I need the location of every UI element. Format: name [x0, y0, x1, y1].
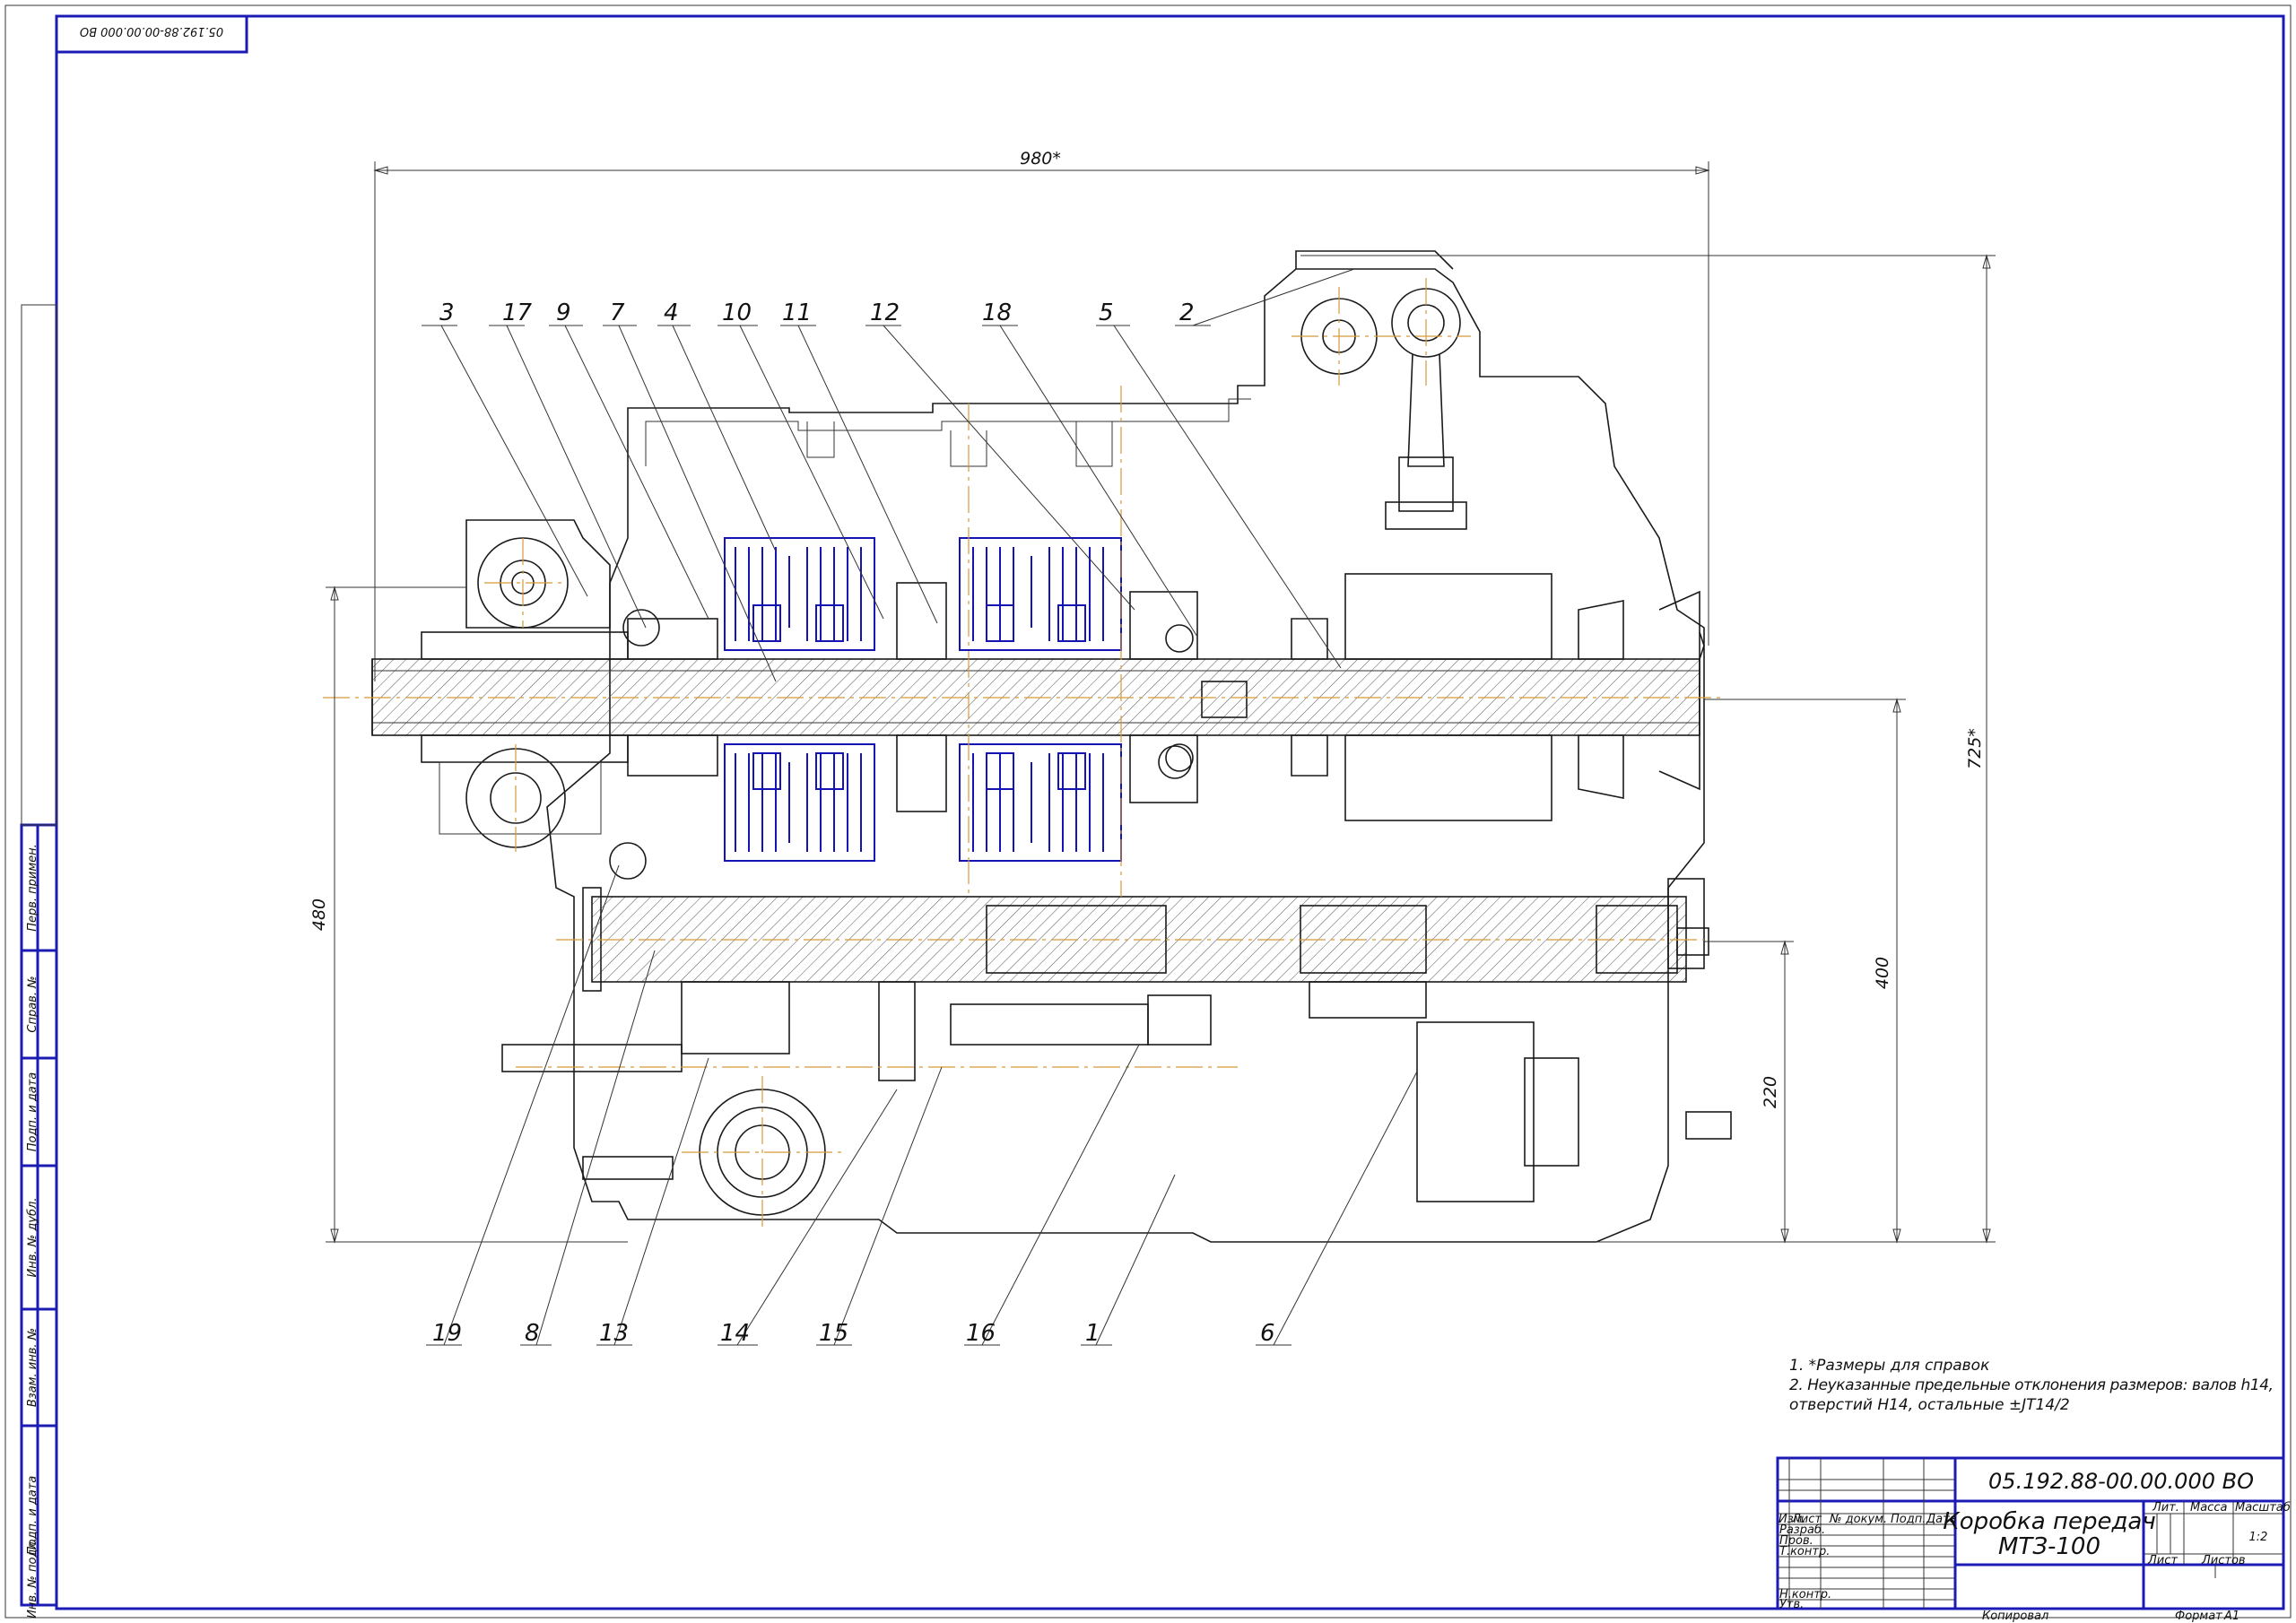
- row-utv: Утв.: [1779, 1598, 1804, 1611]
- dim-725: 725*: [1965, 728, 1985, 769]
- callout-7: 7: [610, 299, 625, 326]
- title-block-name-2: МТЗ-100: [1998, 1533, 2100, 1560]
- col-date: Дата: [1926, 1513, 1957, 1526]
- note-1: 1. *Размеры для справок: [1789, 1357, 1990, 1375]
- callout-5: 5: [1099, 299, 1114, 326]
- callout-1: 1: [1085, 1320, 1100, 1347]
- note-2: 2. Неуказанные предельные отклонения раз…: [1789, 1376, 2274, 1394]
- row-tkontr: Т.контр.: [1779, 1545, 1830, 1558]
- side-stamps: Перв. примен. Справ. № Подп. и дата Инв.…: [20, 304, 58, 1619]
- side-stamp-1: Перв. примен.: [26, 844, 39, 932]
- sheets-label: Листов: [2201, 1554, 2246, 1567]
- callout-12: 12: [870, 299, 900, 326]
- title-block: 05.192.88-00.00.000 ВО Коробка передач М…: [1776, 1456, 2291, 1623]
- callout-8: 8: [525, 1320, 540, 1347]
- callouts-top: 3 17 9 7 4 10 11 12 18 5 2: [422, 268, 1355, 682]
- callout-14: 14: [720, 1320, 750, 1347]
- callout-18: 18: [982, 299, 1012, 326]
- col-doc: № докум.: [1829, 1513, 1887, 1526]
- side-stamp-7: Инв. № подл.: [26, 1538, 39, 1619]
- callout-16: 16: [966, 1320, 996, 1347]
- dim-400: 400: [1873, 957, 1892, 989]
- callout-15: 15: [819, 1320, 848, 1347]
- side-stamp-3: Подп. и дата: [26, 1072, 39, 1152]
- callout-11: 11: [782, 299, 812, 326]
- scale-header: Масштаб: [2235, 1501, 2291, 1515]
- col-sign: Подп.: [1891, 1513, 1926, 1526]
- callout-13: 13: [599, 1320, 629, 1347]
- title-block-name-1: Коробка передач: [1943, 1508, 2155, 1535]
- drawing-sheet: 05.192.88-00.00.000 ВО Перв. примен. Спр…: [4, 4, 2292, 1623]
- dim-980: 980*: [1020, 149, 1061, 169]
- callout-6: 6: [1260, 1320, 1275, 1347]
- callout-9: 9: [556, 299, 571, 326]
- callout-2: 2: [1179, 299, 1195, 326]
- mass-header: Масса: [2190, 1501, 2227, 1515]
- lit-header: Лит.: [2152, 1501, 2179, 1515]
- top-stamp-text: 05.192.88-00.00.000 ВО: [80, 24, 223, 38]
- note-3: отверстий H14, остальные ±JT14/2: [1789, 1396, 2070, 1414]
- sheet-label: Лист: [2147, 1554, 2178, 1567]
- dim-480: 480: [309, 898, 329, 931]
- side-stamp-4: Инв. № дубл.: [26, 1198, 39, 1278]
- technical-notes: 1. *Размеры для справок 2. Неуказанные п…: [1789, 1357, 2274, 1414]
- side-stamp-5: Взам. инв. №: [26, 1328, 39, 1407]
- format-value: A1: [2223, 1610, 2239, 1623]
- format-label: Формат: [2175, 1610, 2222, 1623]
- top-stamp: 05.192.88-00.00.000 ВО: [55, 14, 248, 54]
- copied-label: Копировал: [1982, 1610, 2048, 1623]
- callout-3: 3: [439, 299, 455, 326]
- callout-4: 4: [664, 299, 679, 326]
- title-block-code: 05.192.88-00.00.000 ВО: [1988, 1469, 2254, 1494]
- callout-19: 19: [432, 1320, 462, 1347]
- scale-value: 1:2: [2249, 1531, 2268, 1544]
- callout-10: 10: [722, 299, 752, 326]
- gearbox-drawing: [323, 250, 1732, 1243]
- callout-17: 17: [502, 299, 533, 326]
- side-stamp-2: Справ. №: [26, 976, 39, 1032]
- dim-220: 220: [1761, 1076, 1780, 1108]
